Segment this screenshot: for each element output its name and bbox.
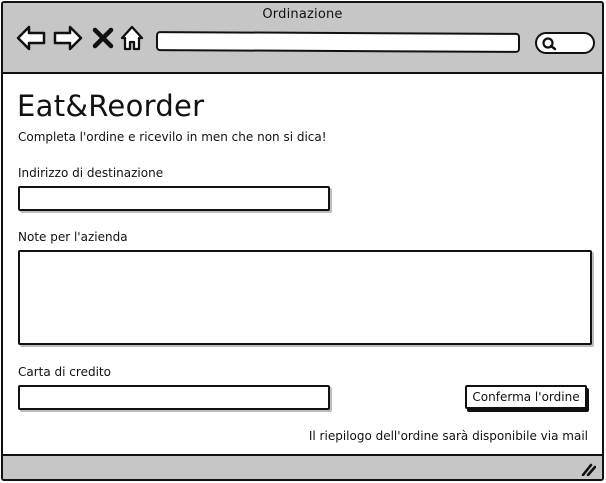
page-title: Eat&Reorder	[17, 89, 205, 123]
credit-card-input[interactable]	[18, 385, 330, 410]
credit-card-label: Carta di credito	[18, 365, 111, 379]
browser-window: Ordinazione Eat&Reorder Completa l'ordin…	[1, 1, 604, 481]
browser-titlebar: Ordinazione	[3, 3, 602, 74]
page-tagline: Completa l'ordine e ricevilo in men che …	[18, 130, 327, 144]
address-label: Indirizzo di destinazione	[18, 166, 164, 180]
notes-textarea[interactable]	[18, 250, 592, 345]
search-icon	[542, 37, 557, 51]
confirm-order-button[interactable]: Conferma l'ordine	[465, 385, 587, 409]
resize-grip-icon[interactable]	[580, 462, 596, 476]
window-title: Ordinazione	[262, 7, 343, 22]
summary-note: Il riepilogo dell'ordine sarà disponibil…	[308, 429, 588, 443]
status-bar	[3, 454, 602, 479]
browser-search-box[interactable]	[535, 32, 595, 54]
back-arrow-icon[interactable]	[15, 23, 47, 53]
notes-label: Note per l'azienda	[18, 230, 128, 244]
close-x-icon[interactable]	[92, 27, 114, 49]
forward-arrow-icon[interactable]	[52, 23, 84, 53]
address-input[interactable]	[18, 186, 330, 211]
home-icon[interactable]	[119, 23, 145, 53]
url-bar[interactable]	[155, 31, 521, 53]
